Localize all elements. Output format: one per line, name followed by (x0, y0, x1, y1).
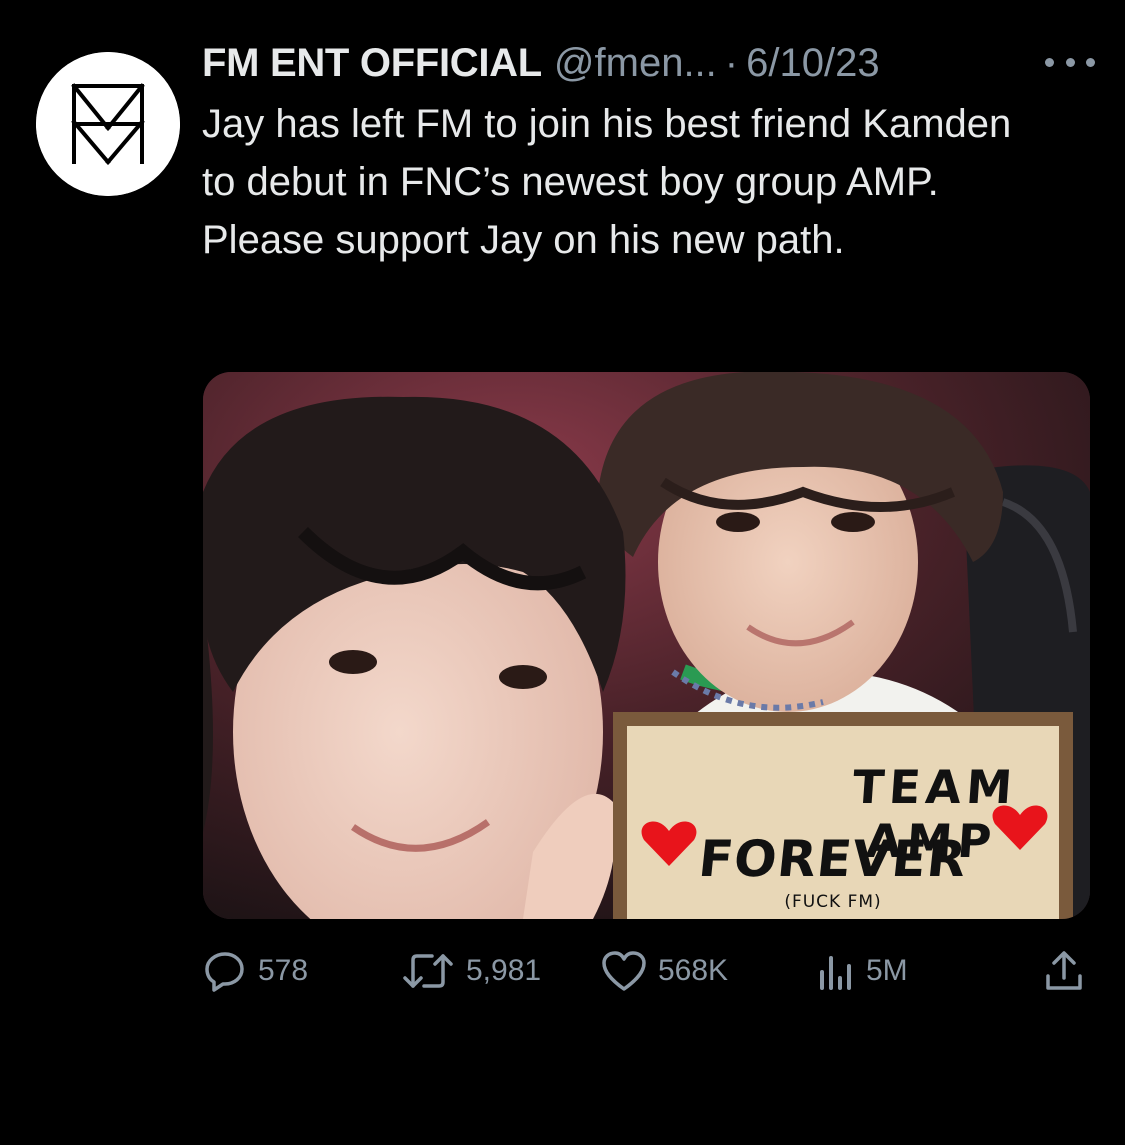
user-handle[interactable]: @fmen... (554, 36, 717, 90)
like-button[interactable]: 568K (600, 945, 728, 997)
retweet-count: 5,981 (466, 954, 542, 987)
display-name[interactable]: FM ENT OFFICIAL (202, 36, 542, 90)
dot (1045, 57, 1054, 67)
share-icon (1046, 951, 1082, 990)
tweet-header: FM ENT OFFICIAL @fmen... · 6/10/23 (202, 36, 1042, 90)
reply-count: 578 (258, 954, 309, 987)
fm-logo-icon (36, 52, 180, 196)
heart-icon (602, 951, 646, 991)
header-separator: · (724, 41, 739, 85)
views-count: 5M (866, 954, 908, 987)
sign-text-subtitle: (FUCK FM) (784, 892, 882, 912)
sign-text-forever: FOREVER (695, 830, 970, 888)
tweet-text: Jay has left FM to join his best friend … (202, 102, 1023, 262)
dot (1065, 57, 1075, 67)
share-button[interactable] (1042, 945, 1086, 997)
tweet-actions-bar: 578 5,981 568K 5M (202, 945, 1090, 997)
like-count: 568K (658, 954, 729, 987)
views-icon (820, 956, 851, 990)
tweet-date[interactable]: 6/10/23 (746, 36, 879, 90)
views-button[interactable]: 5M (816, 945, 908, 997)
reply-icon (205, 952, 244, 992)
retweet-icon (403, 954, 453, 988)
tweet-media-photo[interactable]: TEAM AMP FOREVER (FUCK FM) (203, 372, 1090, 919)
retweet-button[interactable]: 5,981 (400, 945, 541, 997)
dot (1086, 57, 1095, 67)
more-options-icon[interactable] (1045, 50, 1095, 74)
avatar[interactable] (36, 52, 180, 196)
tweet[interactable]: FM ENT OFFICIAL @fmen... · 6/10/23 Jay h… (0, 0, 1125, 1145)
reply-button[interactable]: 578 (202, 945, 308, 997)
